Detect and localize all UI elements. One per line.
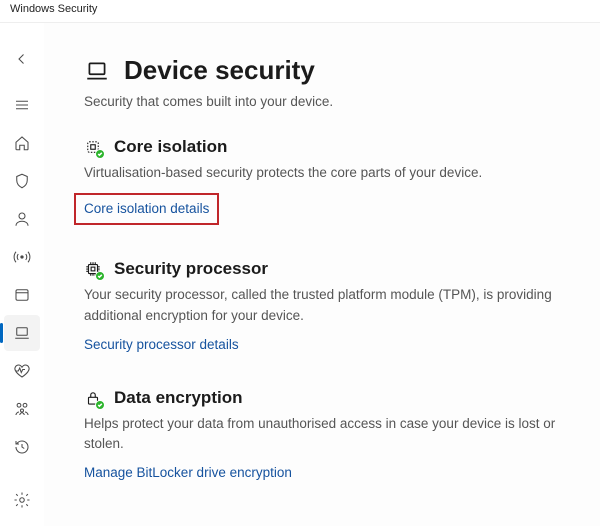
app-shell: Device security Security that comes buil… — [0, 22, 600, 526]
window-titlebar: Windows Security — [0, 0, 600, 22]
security-processor-details-link[interactable]: Security processor details — [84, 337, 239, 352]
section-header: Data encryption — [84, 388, 560, 408]
section-desc: Helps protect your data from unauthorise… — [84, 414, 560, 455]
nav-device-security[interactable] — [4, 315, 40, 351]
page-header: Device security — [84, 55, 560, 86]
shield-icon — [13, 172, 31, 190]
gear-icon — [13, 491, 31, 509]
section-header: Core isolation — [84, 137, 560, 157]
nav-family[interactable] — [4, 391, 40, 427]
main-content: Device security Security that comes buil… — [44, 23, 600, 526]
nav-settings[interactable] — [4, 482, 40, 518]
sidebar — [0, 23, 44, 526]
nav-app-browser[interactable] — [4, 277, 40, 313]
lock-icon — [84, 389, 102, 407]
laptop-icon — [13, 324, 31, 342]
highlight-annotation: Core isolation details — [74, 193, 219, 225]
section-core-isolation: Core isolation Virtualisation-based secu… — [84, 137, 560, 225]
section-data-encryption: Data encryption Helps protect your data … — [84, 388, 560, 483]
nav-firewall[interactable] — [4, 239, 40, 275]
nav-home[interactable] — [4, 125, 40, 161]
hamburger-icon — [13, 96, 31, 114]
nav-virus[interactable] — [4, 163, 40, 199]
nav-account[interactable] — [4, 201, 40, 237]
page-subtitle: Security that comes built into your devi… — [84, 94, 560, 109]
section-header: Security processor — [84, 259, 560, 279]
manage-bitlocker-link[interactable]: Manage BitLocker drive encryption — [84, 465, 292, 480]
nav-device-performance[interactable] — [4, 353, 40, 389]
home-icon — [13, 134, 31, 152]
nav-history[interactable] — [4, 429, 40, 465]
section-title: Security processor — [114, 259, 268, 279]
status-ok-icon — [95, 271, 105, 281]
section-security-processor: Security processor Your security process… — [84, 259, 560, 354]
account-icon — [13, 210, 31, 228]
broadcast-icon — [13, 248, 31, 266]
nav-hamburger[interactable] — [4, 87, 40, 123]
page-title: Device security — [124, 55, 315, 86]
status-ok-icon — [95, 400, 105, 410]
section-desc: Virtualisation-based security protects t… — [84, 163, 560, 183]
section-title: Core isolation — [114, 137, 227, 157]
laptop-icon — [84, 58, 110, 84]
status-ok-icon — [95, 149, 105, 159]
back-button[interactable] — [4, 41, 40, 77]
chip-dotted-icon — [84, 138, 102, 156]
family-icon — [13, 400, 31, 418]
section-desc: Your security processor, called the trus… — [84, 285, 560, 326]
arrow-left-icon — [13, 50, 31, 68]
window-title: Windows Security — [10, 3, 97, 15]
history-icon — [13, 438, 31, 456]
chip-icon — [84, 260, 102, 278]
window-icon — [13, 286, 31, 304]
heart-pulse-icon — [13, 362, 31, 380]
section-title: Data encryption — [114, 388, 242, 408]
core-isolation-details-link[interactable]: Core isolation details — [84, 201, 209, 216]
